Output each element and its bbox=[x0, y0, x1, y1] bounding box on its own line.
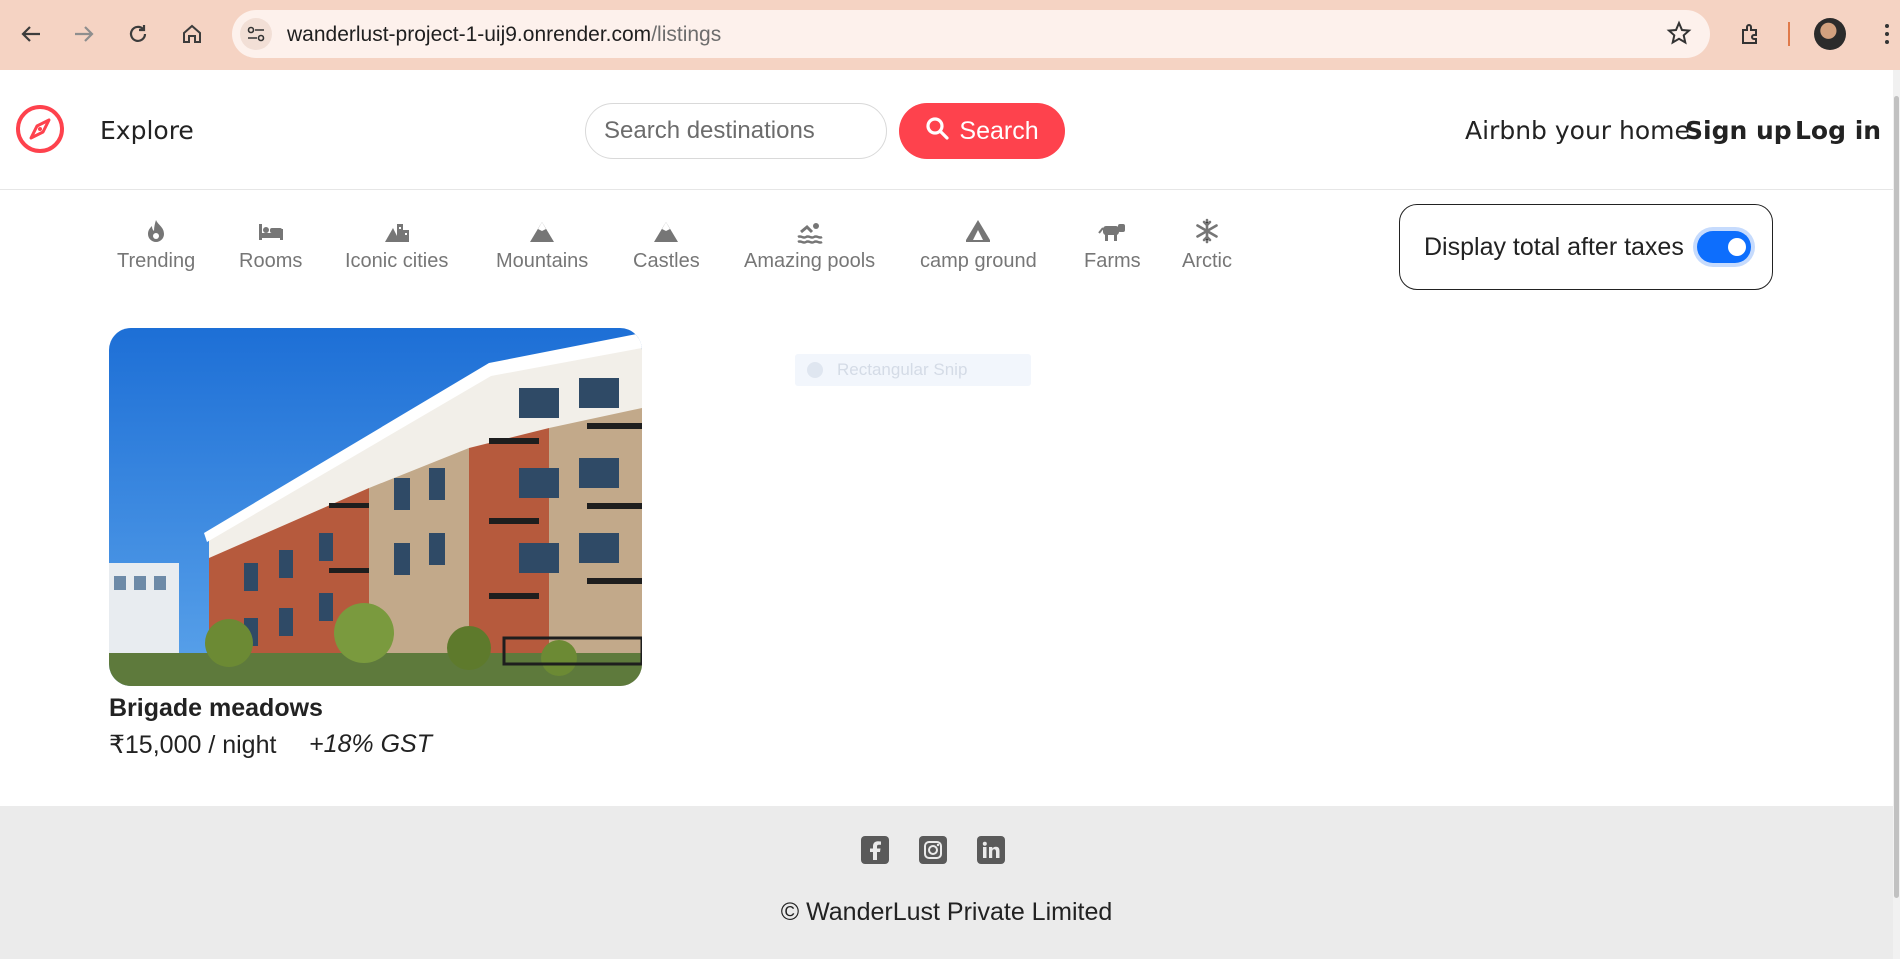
scrollbar-thumb[interactable] bbox=[1894, 96, 1899, 898]
filter-label: Trending bbox=[117, 250, 196, 272]
filter-label: camp ground bbox=[920, 250, 1037, 272]
facebook-icon[interactable] bbox=[861, 836, 889, 864]
footer: © WanderLust Private Limited bbox=[0, 806, 1893, 959]
search-button-label: Search bbox=[959, 116, 1039, 145]
page: Explore Search Airbnb your home Sign up … bbox=[0, 70, 1893, 959]
tax-toggle-label: Display total after taxes bbox=[1424, 233, 1684, 261]
back-arrow-icon[interactable] bbox=[14, 17, 48, 51]
address-bar[interactable]: wanderlust-project-1-uij9.onrender.com/l… bbox=[232, 10, 1710, 58]
reload-icon[interactable] bbox=[121, 17, 155, 51]
toggle-knob bbox=[1728, 238, 1746, 256]
site-info-icon[interactable] bbox=[240, 18, 272, 50]
linkedin-icon[interactable] bbox=[977, 836, 1005, 864]
filter-castles[interactable]: Castles bbox=[633, 218, 700, 273]
navbar: Explore Search Airbnb your home Sign up … bbox=[0, 70, 1893, 190]
airbnb-your-home-link[interactable]: Airbnb your home bbox=[1465, 116, 1690, 145]
tax-toggle-box[interactable]: Display total after taxes bbox=[1399, 204, 1773, 290]
filter-label: Arctic bbox=[1182, 250, 1232, 272]
castle-icon bbox=[654, 222, 679, 242]
filter-rooms[interactable]: Rooms bbox=[239, 218, 302, 273]
snip-hint-label: Rectangular Snip bbox=[837, 360, 968, 379]
copyright-text: © WanderLust Private Limited bbox=[780, 898, 1113, 926]
bed-icon bbox=[258, 224, 283, 240]
listing-price: ₹15,000 / night bbox=[109, 731, 277, 759]
sign-up-link[interactable]: Sign up bbox=[1685, 116, 1792, 145]
explore-link[interactable]: Explore bbox=[100, 116, 194, 145]
city-icon bbox=[384, 224, 409, 242]
filter-label: Farms bbox=[1084, 250, 1141, 272]
filter-amazing-pools[interactable]: Amazing pools bbox=[744, 218, 875, 273]
bookmark-star-icon[interactable] bbox=[1666, 20, 1692, 51]
filter-label: Amazing pools bbox=[744, 250, 876, 272]
instagram-icon[interactable] bbox=[919, 836, 947, 864]
listing-gst: +18% GST bbox=[309, 730, 432, 758]
filter-iconic-cities[interactable]: Iconic cities bbox=[345, 218, 448, 273]
mountain-icon bbox=[530, 222, 555, 242]
home-icon[interactable] bbox=[175, 17, 209, 51]
search-input[interactable] bbox=[585, 103, 887, 159]
filter-label: Castles bbox=[633, 250, 700, 272]
filter-label: Mountains bbox=[496, 250, 589, 272]
snip-hint-overlay: Rectangular Snip bbox=[795, 354, 1031, 386]
filter-trending[interactable]: Trending bbox=[117, 218, 195, 273]
listing-title[interactable]: Brigade meadows bbox=[109, 694, 323, 723]
forward-arrow-icon[interactable] bbox=[67, 17, 101, 51]
cow-icon bbox=[1098, 224, 1126, 241]
snip-icon bbox=[807, 362, 823, 378]
filter-camp-ground[interactable]: camp ground bbox=[920, 218, 1037, 273]
search-button[interactable]: Search bbox=[899, 103, 1065, 159]
filter-mountains[interactable]: Mountains bbox=[496, 218, 588, 273]
log-in-link[interactable]: Log in bbox=[1795, 116, 1881, 145]
filter-label: Rooms bbox=[239, 250, 303, 272]
filter-farms[interactable]: Farms bbox=[1084, 218, 1141, 273]
url-text[interactable]: wanderlust-project-1-uij9.onrender.com/l… bbox=[287, 23, 721, 47]
search-icon bbox=[925, 116, 949, 147]
tax-toggle-switch[interactable] bbox=[1697, 231, 1751, 263]
snowflake-icon bbox=[1196, 218, 1218, 244]
toolbar-divider bbox=[1788, 22, 1790, 46]
menu-kebab-icon[interactable] bbox=[1870, 17, 1900, 51]
filter-arctic[interactable]: Arctic bbox=[1182, 218, 1232, 273]
extensions-icon[interactable] bbox=[1734, 17, 1768, 51]
fire-icon bbox=[148, 220, 165, 242]
listing-image[interactable] bbox=[109, 328, 642, 686]
filter-label: Iconic cities bbox=[345, 250, 449, 272]
compass-icon[interactable] bbox=[14, 103, 66, 155]
swimmer-icon bbox=[796, 223, 823, 244]
browser-toolbar: wanderlust-project-1-uij9.onrender.com/l… bbox=[0, 0, 1900, 70]
profile-avatar[interactable] bbox=[1814, 18, 1846, 50]
tent-icon bbox=[966, 220, 991, 242]
